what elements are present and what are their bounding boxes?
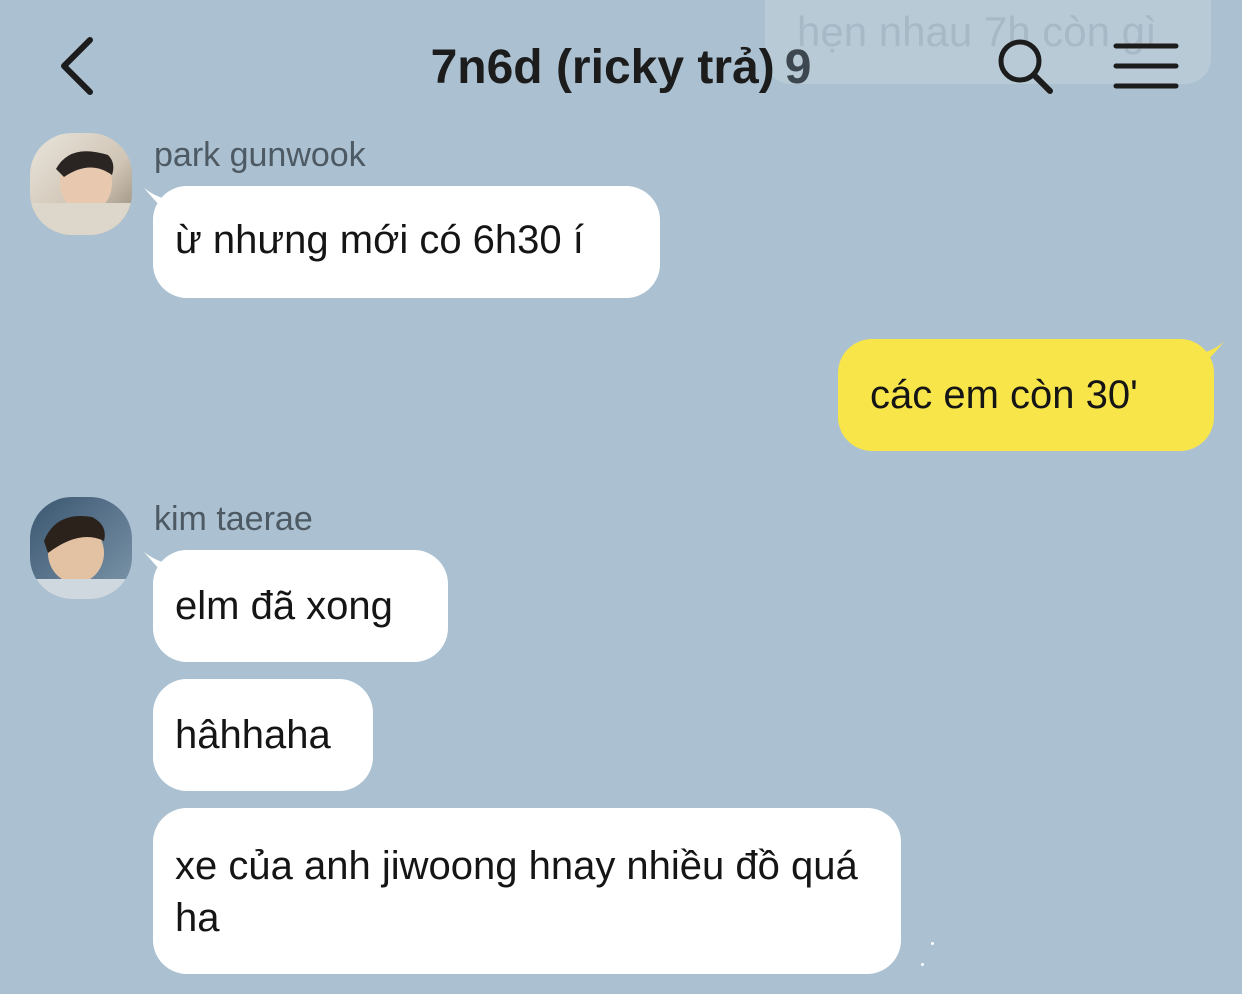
typing-dot (921, 963, 924, 966)
message-text: các em còn 30' (870, 373, 1138, 417)
back-button[interactable] (50, 34, 110, 98)
sender-name: park gunwook (154, 136, 366, 174)
message-bubble[interactable]: elm đã xong (153, 550, 448, 662)
chat-header: hẹn nhau 7h còn gì 7n6d (ricky trả) 9 (0, 0, 1242, 130)
message-text: hâhhaha (175, 713, 331, 757)
chat-title: 7n6d (ricky trả) 9 (380, 38, 862, 98)
avatar-kim-taerae[interactable] (30, 497, 132, 599)
typing-dot (931, 942, 934, 945)
message-bubble[interactable]: xe của anh jiwoong hnay nhiều đồ quá ha (153, 808, 901, 974)
sender-name: kim taerae (154, 500, 313, 538)
menu-button[interactable] (1112, 40, 1180, 92)
chevron-left-icon (61, 37, 93, 95)
message-text: elm đã xong (175, 584, 393, 628)
message-bubble[interactable]: hâhhaha (153, 679, 373, 791)
member-count: 9 (784, 41, 812, 94)
message-text: xe của anh jiwoong hnay nhiều đồ quá ha (175, 844, 858, 940)
profile-photo-icon (30, 497, 132, 599)
search-icon (998, 39, 1053, 94)
message-bubble[interactable]: ừ nhưng mới có 6h30 í (153, 186, 660, 298)
search-button[interactable] (995, 36, 1057, 98)
hamburger-menu-icon (1113, 43, 1179, 89)
message-text: ừ nhưng mới có 6h30 í (175, 218, 584, 262)
chat-room-name: 7n6d (ricky trả) (430, 41, 775, 94)
my-message-bubble[interactable]: các em còn 30' (838, 339, 1214, 451)
avatar-park-gunwook[interactable] (30, 133, 132, 235)
profile-photo-icon (30, 133, 132, 235)
